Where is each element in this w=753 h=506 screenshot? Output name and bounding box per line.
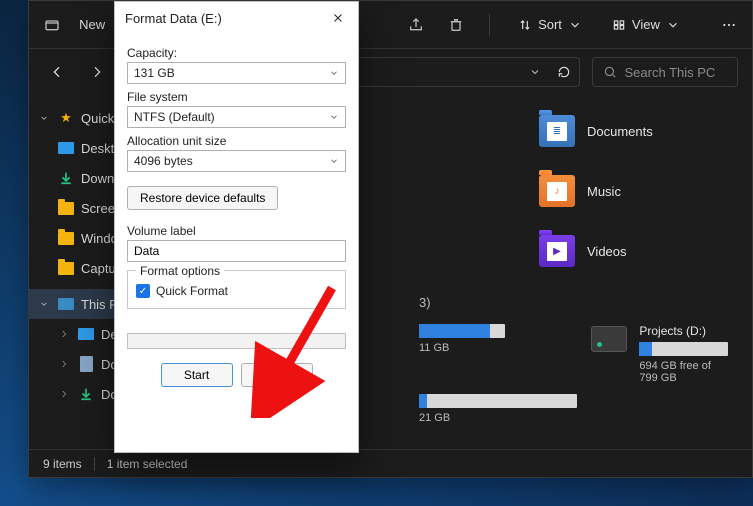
chevron-down-icon bbox=[329, 112, 339, 122]
status-selected: 1 item selected bbox=[107, 457, 188, 471]
drive-d[interactable]: Projects (D:) 694 GB free of 799 GB bbox=[591, 324, 728, 384]
share-icon[interactable] bbox=[403, 11, 429, 39]
filesystem-select[interactable]: NTFS (Default) bbox=[127, 106, 346, 128]
videos-folder-icon: ▶ bbox=[539, 235, 575, 267]
back-button[interactable] bbox=[43, 58, 71, 86]
desktop-icon bbox=[78, 328, 94, 340]
folder-icon bbox=[58, 232, 74, 245]
drives-section-header[interactable]: 3) bbox=[419, 295, 728, 310]
refresh-icon[interactable] bbox=[557, 65, 571, 79]
progress-bar bbox=[127, 333, 346, 349]
alloc-select[interactable]: 4096 bytes bbox=[127, 150, 346, 172]
status-items: 9 items bbox=[43, 457, 82, 471]
folder-icon bbox=[58, 202, 74, 215]
format-options-group: Format options ✓ Quick Format bbox=[127, 270, 346, 309]
drive-e[interactable]: 21 GB bbox=[419, 394, 577, 424]
volume-label-input[interactable] bbox=[127, 240, 346, 262]
status-bar: 9 items 1 item selected bbox=[29, 449, 752, 477]
library-documents[interactable]: ≣ Documents bbox=[539, 115, 653, 147]
dialog-close-button[interactable] bbox=[328, 8, 348, 28]
library-videos[interactable]: ▶ Videos bbox=[539, 235, 627, 267]
volume-label-label: Volume label bbox=[127, 224, 346, 238]
search-input[interactable]: Search This PC bbox=[592, 57, 739, 87]
library-music[interactable]: ♪ Music bbox=[539, 175, 621, 207]
dialog-title: Format Data (E:) bbox=[125, 11, 222, 26]
trash-icon[interactable] bbox=[443, 11, 469, 39]
download-icon bbox=[57, 169, 75, 187]
pc-icon bbox=[58, 298, 74, 310]
forward-button[interactable] bbox=[83, 58, 111, 86]
start-button[interactable]: Start bbox=[161, 363, 233, 387]
documents-folder-icon: ≣ bbox=[539, 115, 575, 147]
star-icon: ★ bbox=[57, 109, 75, 127]
format-dialog: Format Data (E:) Capacity: 131 GB File s… bbox=[114, 1, 359, 453]
folder-icon bbox=[58, 262, 74, 275]
more-icon[interactable] bbox=[716, 11, 742, 39]
new-button[interactable]: New bbox=[79, 17, 105, 32]
sort-button[interactable]: Sort bbox=[510, 17, 590, 32]
chevron-down-icon[interactable] bbox=[529, 66, 541, 78]
search-icon bbox=[603, 65, 617, 79]
restore-defaults-button[interactable]: Restore device defaults bbox=[127, 186, 278, 210]
music-folder-icon: ♪ bbox=[539, 175, 575, 207]
quick-format-checkbox[interactable]: ✓ Quick Format bbox=[136, 284, 337, 298]
chevron-down-icon bbox=[329, 156, 339, 166]
filesystem-label: File system bbox=[127, 90, 346, 104]
drive-icon bbox=[591, 326, 627, 352]
document-icon bbox=[80, 356, 93, 372]
chevron-down-icon bbox=[329, 68, 339, 78]
capacity-label: Capacity: bbox=[127, 46, 346, 60]
view-button[interactable]: View bbox=[604, 17, 688, 32]
alloc-label: Allocation unit size bbox=[127, 134, 346, 148]
capacity-select[interactable]: 131 GB bbox=[127, 62, 346, 84]
desktop-icon bbox=[58, 142, 74, 154]
new-folder-icon[interactable] bbox=[39, 11, 65, 39]
close-icon bbox=[332, 12, 344, 24]
drive-c[interactable]: 11 GB bbox=[419, 324, 505, 384]
checkbox-icon: ✓ bbox=[136, 284, 150, 298]
close-button[interactable]: Close bbox=[241, 363, 313, 387]
download-icon bbox=[77, 385, 95, 403]
